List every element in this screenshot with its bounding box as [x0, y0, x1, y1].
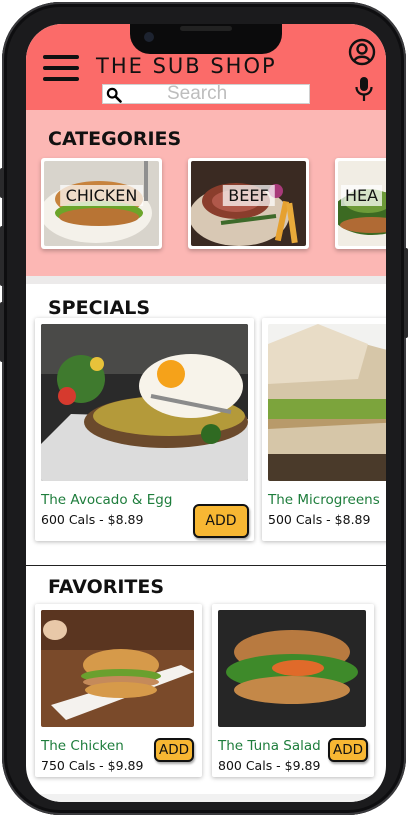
category-card-chicken[interactable]: CHICKEN	[41, 158, 162, 249]
add-button[interactable]: ADD	[154, 738, 194, 762]
chicken-sandwich-image	[41, 610, 194, 727]
special-card[interactable]: The Avocado & Egg 600 Cals - $8.89 ADD	[35, 318, 254, 541]
category-card-healthy[interactable]: HEA	[335, 158, 386, 249]
item-calories-price: 600 Cals - $8.89	[41, 512, 144, 527]
magnifier-icon[interactable]	[106, 87, 122, 103]
add-button[interactable]: ADD	[328, 738, 368, 762]
favorites-title: FAVORITES	[48, 576, 165, 598]
search-bar	[102, 84, 310, 104]
item-calories-price: 500 Cals - $8.89	[268, 512, 371, 527]
search-input[interactable]	[127, 85, 307, 103]
specials-title: SPECIALS	[48, 297, 151, 319]
bottom-bar	[26, 794, 386, 802]
phone-frame: THE SUB SHOP Search CATEGORIES CHICKEN B…	[0, 2, 408, 815]
notch	[130, 24, 282, 54]
hamburger-menu-icon[interactable]	[43, 55, 79, 81]
item-name: The Tuna Salad	[218, 738, 321, 754]
app-title: THE SUB SHOP	[96, 54, 277, 78]
category-label: BEEF	[222, 185, 275, 206]
item-name: The Microgreens	[268, 492, 380, 508]
category-label: CHICKEN	[59, 185, 144, 206]
volume-down-button	[0, 302, 4, 362]
tuna-salad-image	[218, 610, 366, 727]
item-calories-price: 750 Cals - $9.89	[41, 758, 144, 773]
special-card[interactable]: The Microgreens 500 Cals - $8.89	[262, 318, 386, 541]
add-button[interactable]: ADD	[193, 504, 249, 538]
item-calories-price: 800 Cals - $9.89	[218, 758, 321, 773]
volume-up-button	[0, 226, 4, 286]
app-screen: THE SUB SHOP Search CATEGORIES CHICKEN B…	[26, 24, 386, 802]
categories-title: CATEGORIES	[48, 128, 182, 150]
microgreens-image	[268, 324, 386, 481]
category-label: HEA	[341, 185, 383, 206]
section-divider	[26, 276, 386, 284]
user-circle-icon[interactable]	[348, 38, 376, 66]
microphone-icon[interactable]	[353, 75, 375, 103]
power-button	[404, 248, 408, 338]
category-card-beef[interactable]: BEEF	[188, 158, 309, 249]
favorite-card[interactable]: The Chicken 750 Cals - $9.89 ADD	[35, 604, 202, 777]
avocado-egg-image	[41, 324, 248, 481]
categories-section: CATEGORIES CHICKEN BEEF HEA	[26, 110, 386, 276]
section-divider-line	[26, 565, 386, 566]
camera-icon	[144, 32, 154, 42]
favorite-card[interactable]: The Tuna Salad 800 Cals - $9.89 ADD	[212, 604, 374, 777]
item-name: The Chicken	[41, 738, 124, 754]
speaker-grille	[180, 26, 232, 31]
item-name: The Avocado & Egg	[41, 492, 173, 508]
mute-switch	[0, 168, 4, 198]
